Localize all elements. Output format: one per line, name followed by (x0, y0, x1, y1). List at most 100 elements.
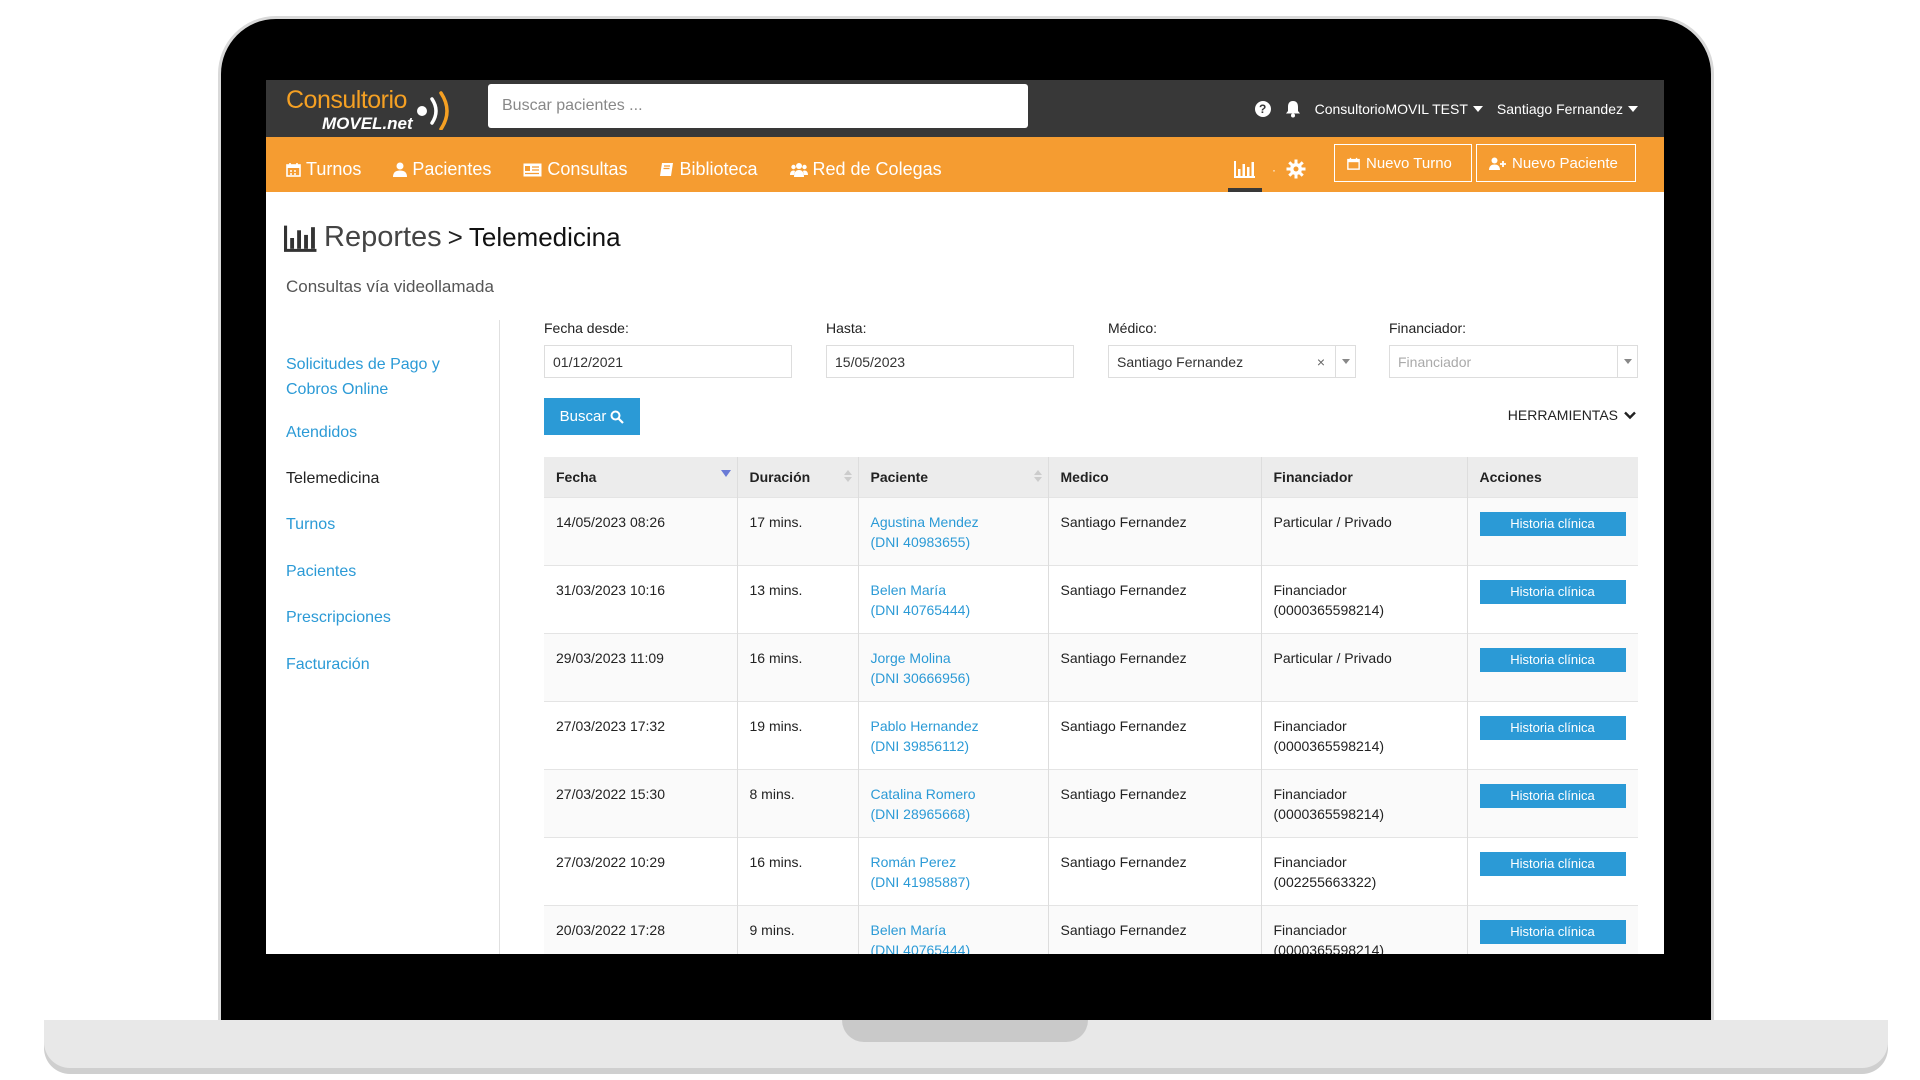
table-row: 14/05/2023 08:26 17 mins. Agustina Mende… (544, 496, 1638, 565)
cell-acciones: Historia clínica (1467, 700, 1638, 769)
cell-medico: Santiago Fernandez (1048, 632, 1262, 701)
payer-label: Financiador: (1389, 320, 1467, 336)
new-patient-button[interactable]: Nuevo Paciente (1476, 144, 1636, 182)
table-row: 31/03/2023 10:16 13 mins. Belen María (DN… (544, 564, 1638, 633)
cell-duracion: 8 mins. (737, 768, 859, 837)
patient-dni-link[interactable]: (DNI 40765444) (871, 942, 971, 955)
signal-icon (417, 91, 449, 130)
clinical-history-button[interactable]: Historia clínica (1479, 511, 1626, 536)
cell-fecha: 27/03/2022 10:29 (544, 836, 738, 905)
gear-icon[interactable] (1286, 159, 1306, 179)
sidebar-item-pacientes[interactable]: Pacientes (286, 559, 486, 584)
chevron-down-icon[interactable] (1617, 346, 1637, 377)
patient-link[interactable]: Catalina Romero (871, 786, 976, 802)
patient-dni-link[interactable]: (DNI 40983655) (871, 534, 971, 550)
patient-link[interactable]: Agustina Mendez (871, 514, 979, 530)
cell-fecha: 31/03/2023 10:16 (544, 564, 738, 633)
user-dropdown[interactable]: Santiago Fernandez (1497, 101, 1638, 117)
page-subtitle: Consultas vía videollamada (286, 277, 494, 296)
cell-paciente: Pablo Hernandez (DNI 39856112) (858, 700, 1049, 769)
nav-turnos[interactable]: Turnos (286, 149, 361, 180)
reports-nav[interactable] (1228, 137, 1262, 192)
column-header-financiador: Financiador (1261, 457, 1468, 497)
search-button[interactable]: Buscar (544, 398, 640, 435)
cell-fecha: 27/03/2022 15:30 (544, 768, 738, 837)
nav-red-de-colegas[interactable]: Red de Colegas (789, 149, 942, 180)
tools-label: HERRAMIENTAS (1507, 407, 1618, 423)
new-appointment-button[interactable]: Nuevo Turno (1334, 144, 1472, 182)
chevron-down-icon (1624, 411, 1636, 419)
clinical-history-button[interactable]: Historia clínica (1479, 715, 1626, 740)
account-name: ConsultorioMOVIL TEST (1314, 100, 1468, 117)
patient-link[interactable]: Belen María (871, 922, 946, 938)
cell-financiador: Financiador (002255663322) (1261, 836, 1468, 905)
cell-financiador: Particular / Privado (1261, 632, 1468, 701)
title-separator: > (447, 222, 463, 252)
clinical-history-button[interactable]: Historia clínica (1479, 851, 1626, 876)
clinical-history-button[interactable]: Historia clínica (1479, 647, 1626, 672)
sidebar-item-telemedicina[interactable]: Telemedicina (286, 466, 486, 491)
column-header-duracion[interactable]: Duración (737, 457, 859, 497)
tools-dropdown[interactable]: HERRAMIENTAS (1508, 407, 1636, 423)
patient-dni-link[interactable]: (DNI 30666956) (871, 670, 971, 686)
date-to-input[interactable]: 15/05/2023 (826, 345, 1074, 378)
cell-medico: Santiago Fernandez (1048, 836, 1262, 905)
payer-placeholder: Financiador (1398, 353, 1472, 370)
app-logo[interactable]: Consultorio MOVEL.net (286, 84, 456, 134)
cell-financiador: Financiador (0000365598214) (1261, 700, 1468, 769)
clear-icon[interactable]: × (1317, 354, 1325, 370)
nav-pacientes-label: Pacientes (412, 159, 492, 179)
doctor-selected-value: Santiago Fernandez (1117, 353, 1244, 370)
table-row: 29/03/2023 11:09 16 mins. Jorge Molina (D… (544, 632, 1638, 701)
date-to-label: Hasta: (826, 320, 867, 336)
clinical-history-button[interactable]: Historia clínica (1479, 919, 1626, 944)
new-appointment-label: Nuevo Turno (1366, 154, 1452, 172)
telemedicine-table: Fecha Duración Paciente Medico Financiad… (544, 457, 1638, 954)
help-icon[interactable]: ? (1254, 100, 1271, 117)
sidebar-item-prescripciones[interactable]: Prescripciones (286, 605, 486, 630)
column-header-paciente[interactable]: Paciente (858, 457, 1049, 497)
account-dropdown[interactable]: ConsultorioMOVIL TEST (1315, 101, 1483, 117)
bell-icon[interactable] (1285, 100, 1301, 118)
patient-dni-link[interactable]: (DNI 40765444) (871, 602, 971, 618)
group-icon (789, 163, 808, 177)
sidebar-item-atendidos[interactable]: Atendidos (286, 420, 486, 445)
patient-link[interactable]: Román Perez (871, 854, 957, 870)
patient-link[interactable]: Jorge Molina (871, 650, 951, 666)
patient-link[interactable]: Belen María (871, 582, 946, 598)
date-from-input[interactable]: 01/12/2021 (544, 345, 792, 378)
nav-consultas[interactable]: Consultas (523, 149, 627, 180)
nav-biblioteca[interactable]: Biblioteca (659, 149, 758, 180)
cell-financiador: Financiador (0000365598214) (1261, 564, 1468, 633)
patient-search-input[interactable] (488, 84, 1028, 128)
nav-red-de-colegas-label: Red de Colegas (812, 159, 942, 179)
cell-medico: Santiago Fernandez (1048, 496, 1262, 565)
cell-medico: Santiago Fernandez (1048, 564, 1262, 633)
sidebar-item-solicitudes[interactable]: Solicitudes de Pago y Cobros Online (286, 352, 486, 402)
top-bar: Consultorio MOVEL.net ? ConsultorioMOVIL… (266, 80, 1664, 137)
clinical-history-button[interactable]: Historia clínica (1479, 783, 1626, 808)
sidebar-divider (499, 320, 500, 954)
cell-acciones: Historia clínica (1467, 496, 1638, 565)
clinical-history-button[interactable]: Historia clínica (1479, 579, 1626, 604)
nav-pacientes[interactable]: Pacientes (393, 149, 491, 180)
calendar-icon (1347, 157, 1360, 170)
cell-paciente: Belen María (DNI 40765444) (858, 564, 1049, 633)
table-row: 27/03/2022 10:29 16 mins. Román Perez (DN… (544, 836, 1638, 905)
sidebar-item-turnos[interactable]: Turnos (286, 512, 486, 537)
patient-dni-link[interactable]: (DNI 41985887) (871, 874, 971, 890)
chevron-down-icon[interactable] (1335, 346, 1355, 377)
doctor-select[interactable]: Santiago Fernandez × (1108, 345, 1356, 378)
payer-select[interactable]: Financiador (1389, 345, 1638, 378)
doctor-label: Médico: (1108, 320, 1158, 336)
patient-dni-link[interactable]: (DNI 28965668) (871, 806, 971, 822)
patient-link[interactable]: Pablo Hernandez (871, 718, 979, 734)
top-right-menu: ? ConsultorioMOVIL TEST Santiago Fernand… (1254, 80, 1638, 137)
cell-duracion: 17 mins. (737, 496, 859, 565)
search-button-label: Buscar (559, 408, 607, 425)
title-section: Telemedicina (468, 222, 621, 252)
column-header-fecha[interactable]: Fecha (544, 457, 738, 497)
sidebar-item-facturacion[interactable]: Facturación (286, 652, 486, 677)
cell-duracion: 16 mins. (737, 632, 859, 701)
patient-dni-link[interactable]: (DNI 39856112) (871, 738, 970, 754)
